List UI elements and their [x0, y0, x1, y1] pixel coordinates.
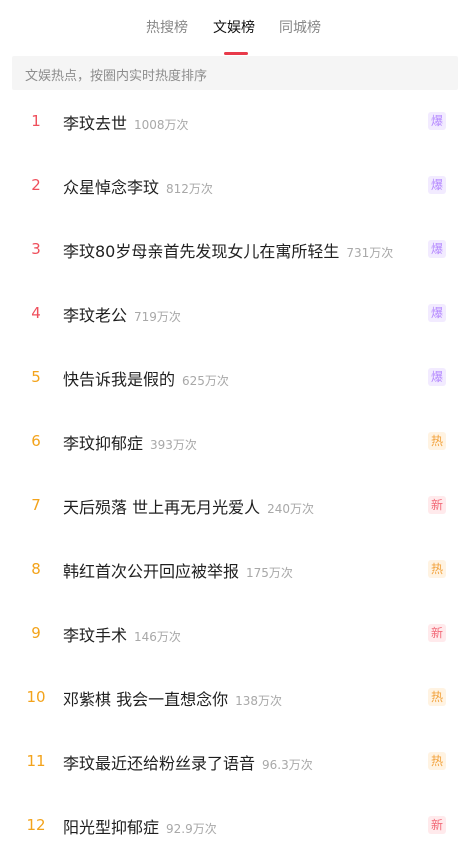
- item-title-text: 阳光型抑郁症: [63, 818, 160, 837]
- list-item[interactable]: 11 李玟最近还给粉丝录了语音 96.3万次 热: [0, 730, 466, 794]
- view-count: 146万次: [134, 630, 181, 644]
- status-badge: 爆: [428, 176, 446, 194]
- status-badge: 新: [428, 496, 446, 514]
- rank-number: 2: [31, 176, 41, 194]
- view-count: 138万次: [235, 694, 282, 708]
- item-title-text: 李玟最近还给粉丝录了语音: [63, 754, 256, 773]
- status-badge: 热: [428, 560, 446, 578]
- item-title-text: 快告诉我是假的: [63, 370, 176, 389]
- rank-number: 6: [31, 432, 41, 450]
- item-title[interactable]: 阳光型抑郁症 92.9万次: [63, 814, 217, 838]
- item-title[interactable]: 韩红首次公开回应被举报 175万次: [63, 558, 293, 582]
- list-item[interactable]: 8 韩红首次公开回应被举报 175万次 热: [0, 538, 466, 602]
- view-count: 812万次: [166, 182, 213, 196]
- status-badge: 热: [428, 752, 446, 770]
- status-badge: 爆: [428, 240, 446, 258]
- view-count: 92.9万次: [166, 822, 217, 836]
- list-item[interactable]: 7 天后殒落 世上再无月光爱人 240万次 新: [0, 474, 466, 538]
- item-title-text: 李玟80岁母亲首先发现女儿在寓所轻生: [63, 242, 340, 261]
- tab-hot-search[interactable]: 热搜榜: [146, 17, 188, 37]
- tab-entertainment[interactable]: 文娱榜: [213, 17, 255, 37]
- list-item[interactable]: 9 李玟手术 146万次 新: [0, 602, 466, 666]
- status-badge: 热: [428, 688, 446, 706]
- list-item[interactable]: 1 李玟去世 1008万次 爆: [0, 90, 466, 154]
- item-title[interactable]: 李玟老公 719万次: [63, 302, 181, 326]
- view-count: 393万次: [150, 438, 197, 452]
- item-title[interactable]: 李玟80岁母亲首先发现女儿在寓所轻生 731万次: [63, 238, 393, 262]
- rank-number: 8: [31, 560, 41, 578]
- status-badge: 新: [428, 816, 446, 834]
- item-title[interactable]: 天后殒落 世上再无月光爱人 240万次: [63, 494, 314, 518]
- rank-number: 4: [31, 304, 41, 322]
- rank-number: 5: [31, 368, 41, 386]
- view-count: 731万次: [346, 246, 394, 260]
- list-item[interactable]: 12 阳光型抑郁症 92.9万次 新: [0, 794, 466, 858]
- info-text: 文娱热点，按圈内实时热度排序: [25, 69, 208, 84]
- item-title-text: 韩红首次公开回应被举报: [63, 562, 240, 581]
- item-title[interactable]: 李玟抑郁症 393万次: [63, 430, 197, 454]
- view-count: 96.3万次: [262, 758, 313, 772]
- list-item[interactable]: 3 李玟80岁母亲首先发现女儿在寓所轻生 731万次 爆: [0, 218, 466, 282]
- rank-number: 9: [31, 624, 41, 642]
- rank-number: 12: [26, 816, 46, 834]
- item-title[interactable]: 邓紫棋 我会一直想念你 138万次: [63, 686, 282, 710]
- list-item[interactable]: 2 众星悼念李玟 812万次 爆: [0, 154, 466, 218]
- rank-number: 10: [26, 688, 46, 706]
- list-item[interactable]: 4 李玟老公 719万次 爆: [0, 282, 466, 346]
- status-badge: 爆: [428, 112, 446, 130]
- status-badge: 热: [428, 432, 446, 450]
- list-item[interactable]: 5 快告诉我是假的 625万次 爆: [0, 346, 466, 410]
- item-title[interactable]: 李玟手术 146万次: [63, 622, 181, 646]
- item-title[interactable]: 李玟最近还给粉丝录了语音 96.3万次: [63, 750, 313, 774]
- rank-number: 1: [31, 112, 41, 130]
- item-title-text: 李玟抑郁症: [63, 434, 144, 453]
- list-item[interactable]: 6 李玟抑郁症 393万次 热: [0, 410, 466, 474]
- status-badge: 新: [428, 624, 446, 642]
- view-count: 240万次: [267, 502, 314, 516]
- status-badge: 爆: [428, 304, 446, 322]
- rank-number: 3: [31, 240, 41, 258]
- item-title[interactable]: 李玟去世 1008万次: [63, 110, 189, 134]
- item-title-text: 众星悼念李玟: [63, 178, 160, 197]
- item-title-text: 邓紫棋 我会一直想念你: [63, 690, 229, 709]
- rank-number: 11: [26, 752, 46, 770]
- info-bar: 文娱热点，按圈内实时热度排序: [12, 56, 458, 90]
- rank-number: 7: [31, 496, 41, 514]
- tab-local[interactable]: 同城榜: [279, 17, 321, 37]
- view-count: 719万次: [134, 310, 181, 324]
- item-title[interactable]: 快告诉我是假的 625万次: [63, 366, 229, 390]
- item-title[interactable]: 众星悼念李玟 812万次: [63, 174, 213, 198]
- view-count: 625万次: [182, 374, 229, 388]
- active-tab-indicator: [224, 52, 248, 55]
- item-title-text: 李玟老公: [63, 306, 128, 325]
- item-title-text: 李玟手术: [63, 626, 128, 645]
- view-count: 1008万次: [134, 118, 189, 132]
- tab-bar: 热搜榜 文娱榜 同城榜: [0, 0, 466, 56]
- status-badge: 爆: [428, 368, 446, 386]
- item-title-text: 李玟去世: [63, 114, 128, 133]
- item-title-text: 天后殒落 世上再无月光爱人: [63, 498, 261, 517]
- view-count: 175万次: [246, 566, 293, 580]
- list-item[interactable]: 10 邓紫棋 我会一直想念你 138万次 热: [0, 666, 466, 730]
